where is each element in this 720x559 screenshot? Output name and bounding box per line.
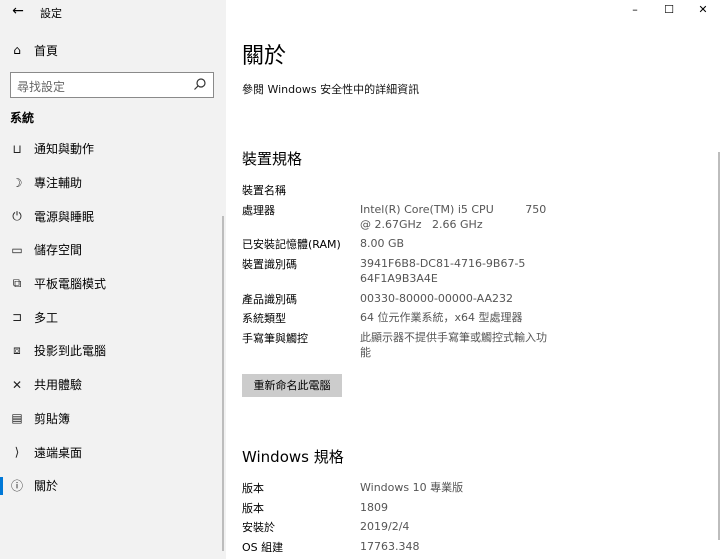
sidebar-item-home[interactable]: ⌂ 首頁 bbox=[0, 38, 226, 62]
device-specs-heading: 裝置規格 bbox=[242, 150, 303, 168]
spec-value: 00330-80000-00000-AA232 bbox=[360, 292, 513, 305]
sidebar-item-notifications[interactable]: ⊔ 通知與動作 bbox=[0, 132, 226, 166]
spec-value: Intel(R) Core(TM) i5 CPU 750 @ 2.67GHz 2… bbox=[360, 203, 554, 231]
spec-row: 裝置識別碼 3941F6B8-DC81-4716-9B67-564F1A9B3A… bbox=[242, 256, 662, 286]
storage-icon: ▭ bbox=[11, 242, 23, 257]
spec-value bbox=[360, 182, 560, 198]
spec-row: 處理器 Intel(R) Core(TM) i5 CPU 750 @ 2.67G… bbox=[242, 202, 662, 232]
sidebar-item-storage[interactable]: ▭ 儲存空間 bbox=[0, 233, 226, 267]
spec-value: 此顯示器不提供手寫筆或觸控式輸入功能 bbox=[360, 331, 547, 359]
app-title: 設定 bbox=[40, 7, 62, 20]
close-icon[interactable]: ✕ bbox=[686, 0, 720, 20]
sidebar-item-label: 遠端桌面 bbox=[34, 445, 83, 460]
spec-value: 3941F6B8-DC81-4716-9B67-564F1A9B3A4E bbox=[360, 257, 526, 285]
sidebar-item-shared-experiences[interactable]: ✕ 共用體驗 bbox=[0, 368, 226, 402]
sidebar-item-label: 儲存空間 bbox=[34, 243, 83, 258]
sidebar-item-label: 電源與睡眠 bbox=[34, 209, 95, 224]
search-icon[interactable] bbox=[193, 77, 207, 91]
window-controls: – ☐ ✕ bbox=[618, 0, 720, 20]
maximize-icon[interactable]: ☐ bbox=[652, 0, 686, 20]
spec-value: 1809 bbox=[360, 501, 388, 514]
title-bar: ← 設定 bbox=[0, 0, 226, 26]
sidebar-item-focus-assist[interactable]: ☽ 專注輔助 bbox=[0, 166, 226, 200]
sidebar-item-label: 投影到此電腦 bbox=[34, 344, 107, 359]
sidebar-item-multitasking[interactable]: ⊐ 多工 bbox=[0, 300, 226, 334]
spec-key: 裝置識別碼 bbox=[242, 258, 297, 271]
sidebar-item-about[interactable]: ⓘ 關於 bbox=[0, 469, 226, 503]
spec-key: 產品識別碼 bbox=[242, 293, 297, 306]
spec-key: OS 組建 bbox=[242, 541, 284, 554]
power-icon: ⏻ bbox=[12, 208, 22, 223]
spec-value: 64 位元作業系統，x64 型處理器 bbox=[360, 311, 523, 324]
shared-icon: ✕ bbox=[11, 377, 23, 392]
sidebar-item-label: 通知與動作 bbox=[34, 142, 95, 157]
home-icon: ⌂ bbox=[13, 43, 21, 57]
spec-value: 17763.348 bbox=[360, 540, 420, 553]
spec-row: 裝置名稱 bbox=[242, 182, 662, 198]
minimize-icon[interactable]: – bbox=[618, 0, 652, 20]
spec-key: 系統類型 bbox=[242, 312, 286, 325]
sidebar-item-projecting[interactable]: ⧈ 投影到此電腦 bbox=[0, 334, 226, 368]
sidebar: ← 設定 ⌂ 首頁 尋找設定 系統 ⊔ 通知與動作 ☽ 專注輔助 ⏻ 電源與睡眠… bbox=[0, 0, 226, 559]
spec-key: 手寫筆與觸控 bbox=[242, 332, 308, 345]
spec-key: 已安裝記憶體(RAM) bbox=[242, 238, 341, 251]
sidebar-scrollbar[interactable] bbox=[222, 216, 224, 551]
spec-key: 裝置名稱 bbox=[242, 184, 286, 197]
tablet-icon: ⧉ bbox=[12, 276, 22, 291]
section-title: 系統 bbox=[10, 111, 35, 125]
sidebar-item-label: 平板電腦模式 bbox=[34, 277, 107, 292]
spec-row: 版本 1809 bbox=[242, 500, 662, 516]
multitask-icon: ⊐ bbox=[11, 310, 23, 325]
spec-row: 手寫筆與觸控 此顯示器不提供手寫筆或觸控式輸入功能 bbox=[242, 330, 662, 360]
sidebar-item-clipboard[interactable]: ▤ 剪貼簿 bbox=[0, 402, 226, 436]
moon-icon: ☽ bbox=[11, 175, 23, 190]
main-content: – ☐ ✕ 關於 參閱 Windows 安全性中的詳細資訊 裝置規格 裝置名稱 … bbox=[226, 0, 720, 559]
info-icon: ⓘ bbox=[10, 479, 23, 494]
spec-value: 8.00 GB bbox=[360, 237, 405, 250]
spec-row: OS 組建 17763.348 bbox=[242, 539, 662, 555]
sidebar-item-power[interactable]: ⏻ 電源與睡眠 bbox=[0, 199, 226, 233]
notification-icon: ⊔ bbox=[12, 141, 22, 156]
sidebar-item-tablet-mode[interactable]: ⧉ 平板電腦模式 bbox=[0, 267, 226, 301]
sidebar-item-label: 共用體驗 bbox=[34, 378, 83, 393]
spec-row: 產品識別碼 00330-80000-00000-AA232 bbox=[242, 291, 662, 307]
spec-key: 版本 bbox=[242, 482, 264, 495]
spec-key: 版本 bbox=[242, 502, 264, 515]
sidebar-nav: ⊔ 通知與動作 ☽ 專注輔助 ⏻ 電源與睡眠 ▭ 儲存空間 ⧉ 平板電腦模式 ⊐… bbox=[0, 132, 226, 503]
spec-key: 處理器 bbox=[242, 204, 275, 217]
sidebar-item-label: 關於 bbox=[34, 479, 59, 494]
page-title: 關於 bbox=[242, 44, 287, 69]
search-placeholder: 尋找設定 bbox=[17, 80, 66, 94]
project-icon: ⧈ bbox=[13, 343, 21, 358]
sidebar-item-label: 剪貼簿 bbox=[34, 411, 71, 426]
search-input[interactable]: 尋找設定 bbox=[10, 72, 214, 98]
remote-icon: ⟩ bbox=[14, 445, 20, 460]
clipboard-icon: ▤ bbox=[11, 411, 23, 426]
spec-row: 已安裝記憶體(RAM) 8.00 GB bbox=[242, 236, 662, 252]
spec-value: 2019/2/4 bbox=[360, 520, 410, 533]
windows-specs-heading: Windows 規格 bbox=[242, 448, 344, 466]
spec-row: 版本 Windows 10 專業版 bbox=[242, 480, 662, 496]
sidebar-item-label: 多工 bbox=[34, 310, 59, 325]
security-link[interactable]: 參閱 Windows 安全性中的詳細資訊 bbox=[242, 81, 419, 97]
home-label: 首頁 bbox=[34, 43, 59, 58]
spec-row: 系統類型 64 位元作業系統，x64 型處理器 bbox=[242, 310, 662, 326]
spec-row: 安裝於 2019/2/4 bbox=[242, 519, 662, 535]
sidebar-item-remote-desktop[interactable]: ⟩ 遠端桌面 bbox=[0, 435, 226, 469]
spec-value: Windows 10 專業版 bbox=[360, 481, 464, 494]
sidebar-item-label: 專注輔助 bbox=[34, 176, 83, 191]
rename-pc-button[interactable]: 重新命名此電腦 bbox=[242, 374, 342, 397]
spec-key: 安裝於 bbox=[242, 521, 275, 534]
back-arrow-icon[interactable]: ← bbox=[8, 1, 28, 21]
